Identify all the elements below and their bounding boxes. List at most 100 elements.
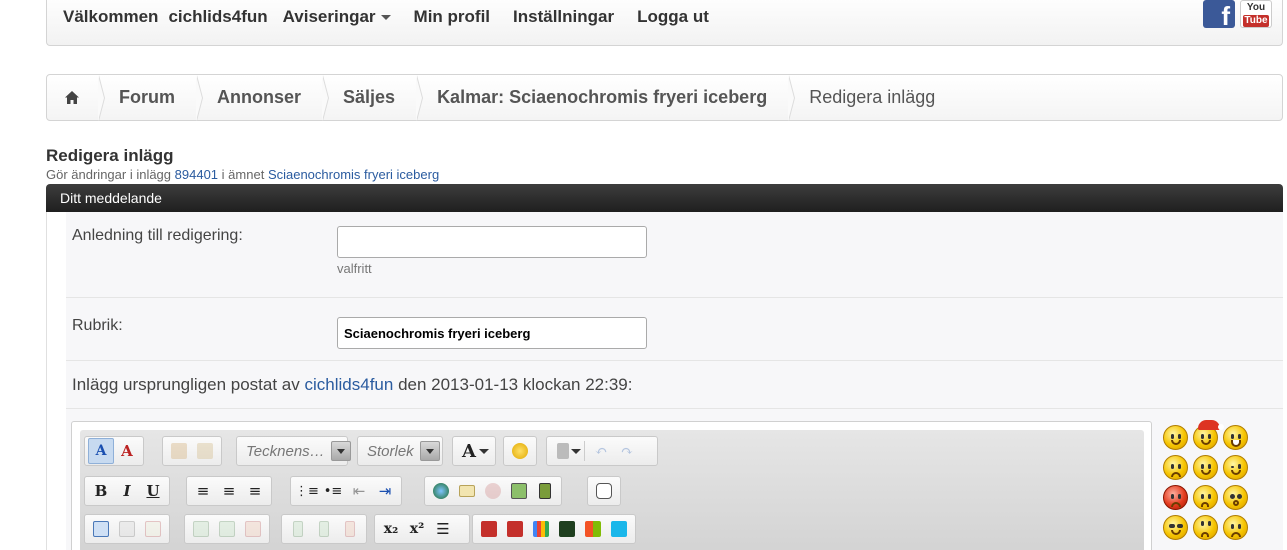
smilie-sad-icon[interactable] xyxy=(1163,455,1188,480)
page-title: Redigera inlägg xyxy=(46,146,174,165)
insert-row-below-icon[interactable] xyxy=(214,516,240,542)
google-video-icon[interactable] xyxy=(528,516,554,542)
align-right-icon[interactable]: ≡ xyxy=(242,478,268,504)
insert-col-right-icon[interactable] xyxy=(311,516,337,542)
breadcrumb-home[interactable] xyxy=(47,75,105,121)
indent-icon[interactable]: ⇥ xyxy=(372,478,398,504)
smilie-cool-icon[interactable] xyxy=(1163,515,1188,540)
breadcrumb-current: Redigera inlägg xyxy=(809,87,936,107)
smilie-frown-icon[interactable] xyxy=(1223,515,1248,540)
posted-author-link[interactable]: cichlids4fun xyxy=(305,375,394,394)
subject-row xyxy=(66,298,1283,361)
font-size-select[interactable]: Storlek xyxy=(357,436,443,466)
topic-link[interactable]: Sciaenochromis fryeri iceberg xyxy=(268,167,439,182)
insert-col-left-icon[interactable] xyxy=(285,516,311,542)
table-row-icon[interactable] xyxy=(114,516,140,542)
insert-row-above-icon[interactable] xyxy=(188,516,214,542)
toolbar-divider xyxy=(584,441,585,461)
media-player-icon[interactable] xyxy=(554,516,580,542)
toolbar-group-align: ≡ ≡ ≡ xyxy=(186,476,272,506)
font-color-button[interactable]: A xyxy=(452,436,496,466)
breadcrumb-item-forum[interactable]: Forum xyxy=(99,75,203,121)
breadcrumb-item-annonser[interactable]: Annonser xyxy=(197,75,330,121)
top-navbar: Välkommen cichlids4fun Aviseringar Min pr… xyxy=(46,0,1283,46)
breadcrumb-item-thread[interactable]: Kalmar: Sciaenochromis fryeri iceberg xyxy=(417,75,796,121)
toolbar-group-media xyxy=(472,514,636,544)
align-center-icon[interactable]: ≡ xyxy=(216,478,242,504)
panel-header: Ditt meddelande xyxy=(46,184,1283,212)
undo-icon[interactable]: ↶ xyxy=(588,438,614,464)
reason-hint: valfritt xyxy=(337,261,372,276)
breadcrumb-item-saljes[interactable]: Säljes xyxy=(323,75,424,121)
page-subtitle: Gör ändringar i inlägg 894401 i ämnet Sc… xyxy=(46,167,440,182)
youtube-embed-alt-icon[interactable] xyxy=(502,516,528,542)
toolbar-group-quote xyxy=(587,476,621,506)
username-link[interactable]: cichlids4fun xyxy=(168,7,267,26)
vimeo-icon[interactable] xyxy=(606,516,632,542)
unlink-icon[interactable] xyxy=(480,478,506,504)
toolbar-group-insert xyxy=(424,476,562,506)
subject-label: Rubrik: xyxy=(72,317,123,334)
welcome-text: Välkommen cichlids4fun xyxy=(63,7,268,26)
toolbar-group-mode: A A xyxy=(84,436,144,466)
italic-icon[interactable]: I xyxy=(114,478,140,504)
profile-link[interactable]: Min profil xyxy=(414,7,490,27)
toolbar-group-paste xyxy=(162,436,222,466)
remove-format-icon[interactable]: A xyxy=(114,438,140,464)
dropdown-arrow-icon xyxy=(330,441,351,461)
unordered-list-icon[interactable]: •≡ xyxy=(320,478,346,504)
subject-input[interactable] xyxy=(337,317,647,349)
youtube-icon[interactable]: You Tube xyxy=(1240,0,1272,28)
paste-text-icon[interactable] xyxy=(192,438,218,464)
posted-info: Inlägg ursprungligen postat av cichlids4… xyxy=(72,375,633,394)
windows-media-icon[interactable] xyxy=(580,516,606,542)
caret-down-icon xyxy=(479,448,489,454)
toolbar-group-attach-undo: ↶ ↷ xyxy=(546,436,658,466)
bold-icon[interactable]: B xyxy=(88,478,114,504)
underline-icon[interactable]: U xyxy=(140,478,166,504)
wysiwyg-mode-icon[interactable]: A xyxy=(88,438,114,464)
smilie-wink-icon[interactable] xyxy=(1223,455,1248,480)
subscript-icon[interactable]: x₂ xyxy=(378,516,404,542)
outdent-icon[interactable]: ⇤ xyxy=(346,478,372,504)
image-icon[interactable] xyxy=(506,478,532,504)
quote-icon[interactable] xyxy=(591,478,617,504)
smilie-mad-icon[interactable] xyxy=(1163,485,1188,510)
smilie-laugh-icon[interactable] xyxy=(1223,425,1248,450)
logout-link[interactable]: Logga ut xyxy=(637,7,709,27)
settings-link[interactable]: Inställningar xyxy=(513,7,614,27)
font-family-select[interactable]: Tecknens… xyxy=(236,436,351,466)
redo-icon[interactable]: ↷ xyxy=(614,438,640,464)
toolbar-group-smilie xyxy=(503,436,537,466)
home-icon xyxy=(65,91,79,104)
smilie-eek-icon[interactable] xyxy=(1223,485,1248,510)
breadcrumb: Forum Annonser Säljes Kalmar: Sciaenochr… xyxy=(46,74,1283,121)
email-icon[interactable] xyxy=(454,478,480,504)
toolbar-group-text-style: B I U xyxy=(84,476,170,506)
smilie-icon[interactable] xyxy=(1163,425,1188,450)
align-left-icon[interactable]: ≡ xyxy=(190,478,216,504)
delete-row-icon[interactable] xyxy=(240,516,266,542)
ordered-list-icon[interactable]: ⋮≡ xyxy=(294,478,320,504)
smilie-blush-icon[interactable] xyxy=(1193,455,1218,480)
notifications-menu[interactable]: Aviseringar xyxy=(283,7,391,27)
smilie-confused-icon[interactable] xyxy=(1193,485,1218,510)
delete-col-icon[interactable] xyxy=(337,516,363,542)
link-icon[interactable] xyxy=(428,478,454,504)
video-icon[interactable] xyxy=(532,478,558,504)
superscript-icon[interactable]: x² xyxy=(404,516,430,542)
reason-label: Anledning till redigering: xyxy=(72,227,243,244)
smilie-icon[interactable] xyxy=(507,438,533,464)
reason-input[interactable] xyxy=(337,226,647,258)
table-delete-icon[interactable] xyxy=(140,516,166,542)
smilie-santa-icon[interactable] xyxy=(1193,420,1224,450)
toolbar-group-table-rows xyxy=(184,514,270,544)
smilie-rolleyes-icon[interactable] xyxy=(1193,515,1218,540)
paste-icon[interactable] xyxy=(166,438,192,464)
table-icon[interactable] xyxy=(88,516,114,542)
horizontal-rule-icon[interactable]: ☰ xyxy=(430,516,456,542)
caret-down-icon xyxy=(380,15,391,21)
post-id-link[interactable]: 894401 xyxy=(175,167,218,182)
youtube-embed-icon[interactable] xyxy=(476,516,502,542)
facebook-icon[interactable]: f xyxy=(1203,0,1235,28)
